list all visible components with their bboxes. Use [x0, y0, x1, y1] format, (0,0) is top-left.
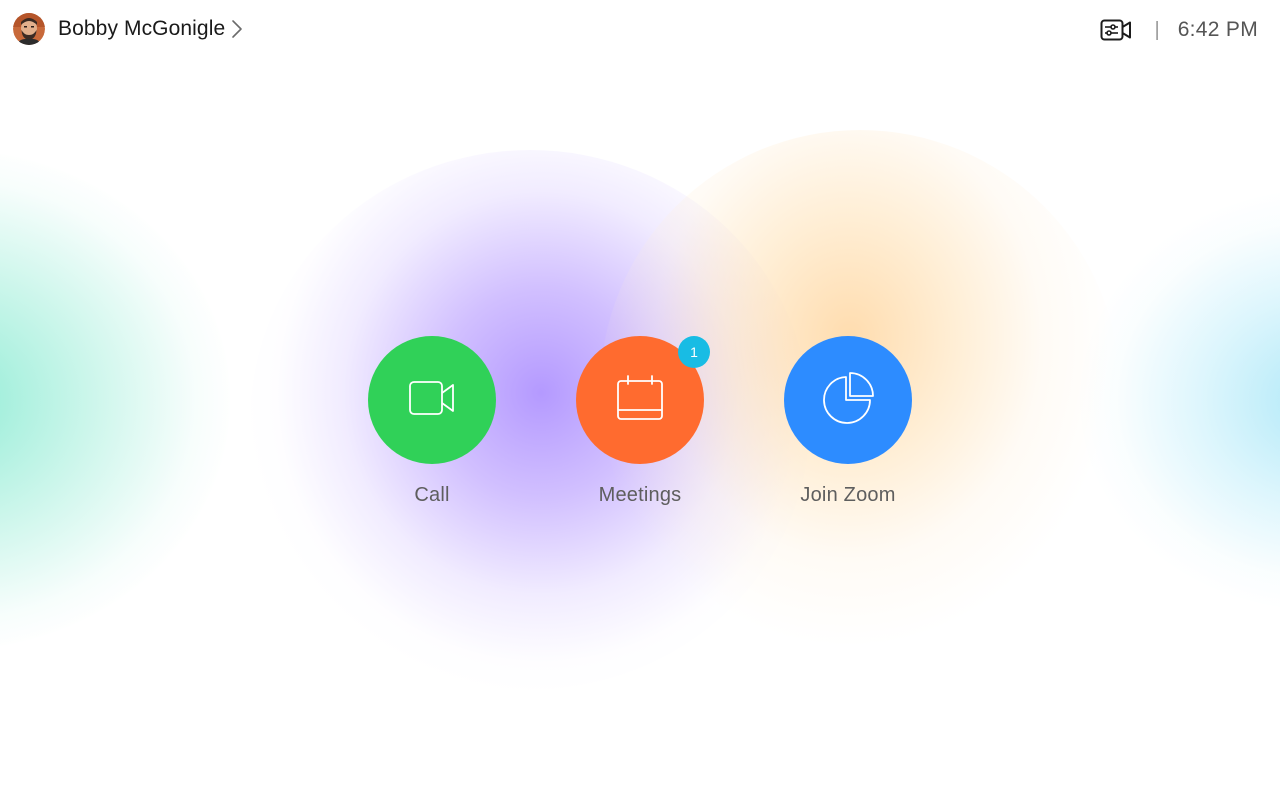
join-zoom-tile[interactable]: Join Zoom [768, 336, 928, 507]
join-zoom-button[interactable] [784, 336, 912, 464]
meetings-button[interactable]: 1 [576, 336, 710, 464]
ambient-glow-right [1080, 190, 1280, 610]
user-name: Bobby McGonigle [58, 17, 226, 40]
clock: 6:42 PM [1177, 18, 1258, 41]
meetings-label: Meetings [598, 484, 682, 506]
meetings-tile[interactable]: 1 Meetings [560, 336, 720, 507]
user-profile-button[interactable]: Bobby McGonigle [13, 13, 243, 45]
join-zoom-label: Join Zoom [800, 484, 896, 506]
video-camera-icon [408, 380, 456, 421]
user-avatar [13, 13, 45, 45]
ambient-glow-purple [250, 150, 810, 690]
video-settings-icon[interactable] [1100, 18, 1132, 42]
chevron-right-icon [231, 19, 243, 39]
call-label: Call [414, 484, 450, 506]
status-bar: | 6:42 PM [1100, 14, 1258, 46]
header-divider: | [1154, 18, 1160, 41]
notification-badge: 1 [678, 336, 710, 368]
ambient-glow-left [0, 150, 230, 650]
call-button[interactable] [368, 336, 496, 464]
home-screen: Bobby McGonigle | 6:42 PM Call 1 Meeting… [0, 0, 1280, 800]
zoom-pie-icon [822, 371, 874, 429]
call-tile[interactable]: Call [352, 336, 512, 507]
calendar-icon [616, 374, 664, 427]
